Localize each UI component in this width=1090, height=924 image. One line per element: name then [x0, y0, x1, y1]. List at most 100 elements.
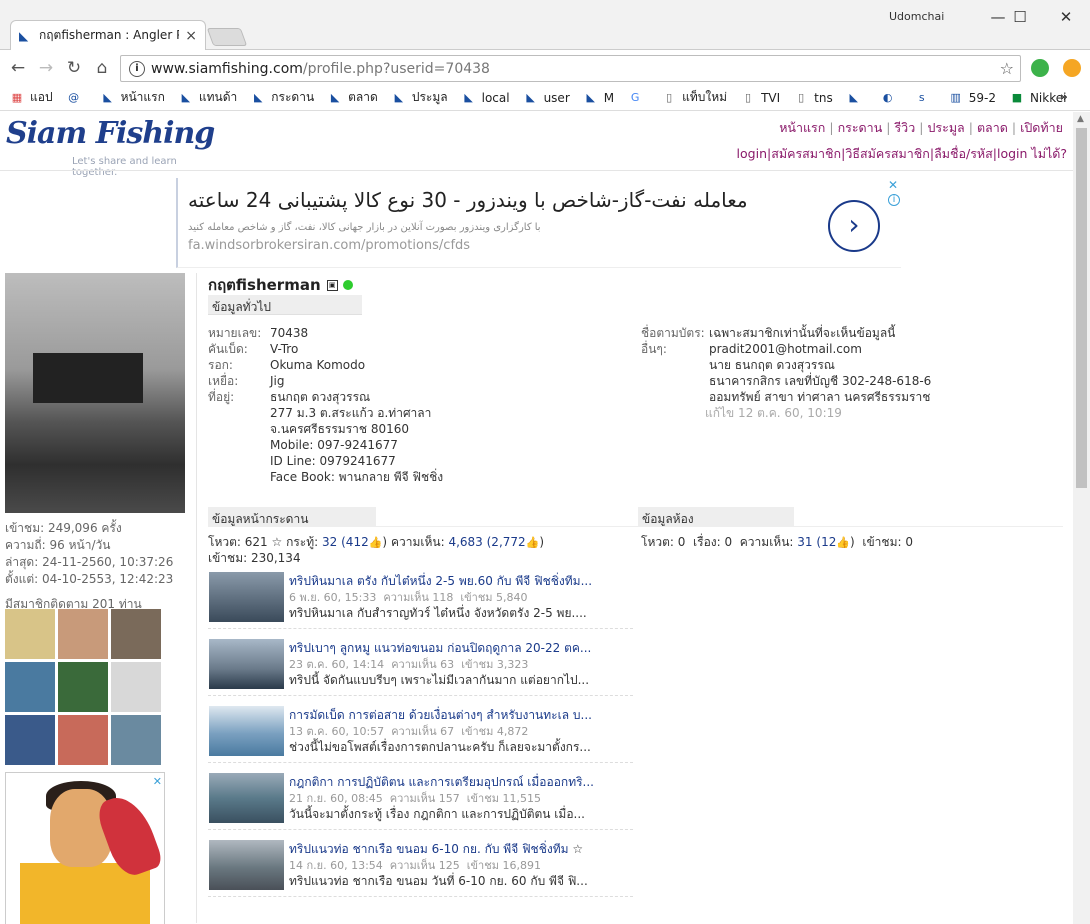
bookmark-label: tns: [814, 90, 833, 105]
account-nav-link[interactable]: login ไม่ได้?: [997, 146, 1067, 161]
bookmark-item[interactable]: ◣ ตลาด: [328, 88, 378, 107]
side-ad-close-icon[interactable]: ✕: [153, 775, 162, 788]
nav-separator: |: [968, 120, 973, 135]
bookmark-item[interactable]: ◐: [881, 88, 901, 107]
id-card-icon[interactable]: ▣: [326, 279, 338, 291]
bookmark-item[interactable]: s: [915, 88, 935, 107]
profile-photo: [5, 273, 185, 513]
bookmark-label: M: [603, 90, 615, 105]
info-row: หมายเลข: 70438: [208, 325, 443, 341]
follower-avatar[interactable]: [5, 662, 55, 712]
bookmark-apps[interactable]: ▦ แอป: [10, 88, 53, 107]
bookmark-item[interactable]: ▯ แท็บใหม่: [662, 88, 727, 107]
bookmark-item[interactable]: ▯ tns: [794, 88, 833, 107]
browser-toolbar: ← → ↻ ⌂ i www.siamfishing.com /profile.p…: [0, 51, 1090, 85]
back-icon[interactable]: ←: [6, 56, 30, 80]
bookmark-item[interactable]: ◣ M: [584, 88, 615, 107]
bookmarks-more-icon[interactable]: »: [1060, 90, 1068, 105]
bookmark-item[interactable]: ◣ user: [524, 88, 569, 107]
account-nav-link[interactable]: วิธีสมัครสมาชิก: [845, 146, 930, 161]
follower-avatar[interactable]: [58, 715, 108, 765]
maximize-icon[interactable]: ☐: [1000, 4, 1040, 30]
room-comments-link[interactable]: 31: [797, 535, 812, 549]
follower-avatar[interactable]: [111, 609, 161, 659]
window-close-icon[interactable]: ✕: [1046, 4, 1086, 30]
ad-url[interactable]: fa.windsorbrokersiran.com/promotions/cfd…: [188, 238, 470, 253]
top-nav-link[interactable]: หน้าแรก: [779, 120, 825, 135]
post-thumbnail[interactable]: [209, 572, 284, 622]
top-nav-link[interactable]: รีวิว: [894, 120, 915, 135]
bookmark-item[interactable]: ▥ 59-2: [949, 88, 996, 107]
bookmark-star-icon[interactable]: ☆: [1000, 59, 1014, 78]
info-key: [208, 469, 270, 485]
ad-headline[interactable]: معامله نفت-گاز-شاخص با ویندزور - 30 نوع …: [188, 188, 748, 212]
ad-close-icon[interactable]: ✕: [888, 178, 898, 192]
follower-avatar[interactable]: [5, 609, 55, 659]
account-nav-link[interactable]: สมัครสมาชิก: [771, 146, 841, 161]
scroll-up-icon[interactable]: ▲: [1077, 114, 1084, 124]
forward-icon[interactable]: →: [34, 56, 58, 80]
info-value: pradit2001@hotmail.com: [709, 342, 862, 356]
follower-avatar[interactable]: [111, 662, 161, 712]
post-thumbnail[interactable]: [209, 706, 284, 756]
reload-icon[interactable]: ↻: [62, 56, 86, 80]
bookmark-item[interactable]: ▯ TVI: [741, 88, 780, 107]
siamfishing-icon: ◣: [464, 91, 473, 104]
post-thumbnail[interactable]: [209, 840, 284, 890]
side-ad[interactable]: ✕: [5, 772, 165, 924]
address-bar[interactable]: i www.siamfishing.com /profile.php?useri…: [120, 55, 1021, 82]
top-nav-link[interactable]: ประมูล: [927, 120, 964, 135]
ad-subtext: با کارگزاری ویندزور بصورت آنلاین در بازا…: [188, 222, 541, 233]
top-nav-link[interactable]: กระดาน: [838, 120, 883, 135]
post-excerpt: ทริปนี้ จัดกันแบบรีบๆ เพราะไม่มีเวลากันม…: [289, 673, 590, 687]
bookmark-item[interactable]: @: [67, 88, 87, 107]
bookmark-item[interactable]: ■ Nikkei: [1010, 88, 1067, 107]
page-icon: ▯: [666, 91, 673, 104]
bookmark-item[interactable]: ◣ หน้าแรก: [101, 88, 165, 107]
bookmark-item[interactable]: ◣ ประมูล: [392, 88, 448, 107]
tab-close-icon[interactable]: ×: [185, 28, 197, 44]
bookmark-item[interactable]: G: [628, 88, 648, 107]
site-logo[interactable]: Siam Fishing Let's share and learn toget…: [6, 116, 221, 178]
post-thumbnail[interactable]: [209, 639, 284, 689]
board-topics-link[interactable]: 32: [322, 535, 337, 549]
extension-green-icon[interactable]: [1031, 59, 1049, 77]
browser-tab[interactable]: ◣ กฤตfisherman : Angler Pr ×: [10, 20, 206, 50]
follower-avatar[interactable]: [5, 715, 55, 765]
new-tab-button[interactable]: [206, 28, 248, 46]
follower-avatar[interactable]: [58, 609, 108, 659]
post-excerpt: วันนี้จะมาตั้งกระทู้ เรื่อง กฎกติกา และก…: [289, 807, 585, 821]
board-comments-link[interactable]: 4,683: [448, 535, 482, 549]
info-value: ID Line: 0979241677: [270, 454, 396, 468]
account-nav-link[interactable]: ลืมชื่อ/รหัส: [934, 146, 993, 161]
section-divider: [208, 526, 1063, 527]
banner-ad[interactable]: معامله نفت-گاز-شاخص با ویندزور - 30 نوع …: [176, 178, 901, 268]
logo-text: Siam Fishing: [6, 116, 215, 151]
bookmark-item[interactable]: ◣: [847, 88, 867, 107]
bookmark-item[interactable]: ◣ กระดาน: [251, 88, 314, 107]
window-user-badge[interactable]: Udomchai: [889, 10, 944, 23]
ad-go-icon[interactable]: ›: [828, 200, 880, 252]
bookmark-item[interactable]: ◣ แทนด้า: [179, 88, 238, 107]
info-row: รอก: Okuma Komodo: [208, 357, 443, 373]
page-scrollbar[interactable]: ▲: [1073, 112, 1090, 924]
follower-avatar[interactable]: [58, 662, 108, 712]
info-key: [641, 389, 709, 405]
post-thumbnail[interactable]: [209, 773, 284, 823]
google-icon: G: [630, 91, 640, 104]
ad-info-icon[interactable]: i: [888, 194, 900, 206]
site-info-icon[interactable]: i: [129, 60, 145, 77]
bookmark-item[interactable]: ◣ local: [462, 88, 509, 107]
info-key: เหยื่อ:: [208, 374, 239, 388]
account-nav-link[interactable]: login: [737, 146, 767, 161]
info-key: คันเบ็ด:: [208, 342, 248, 356]
scrollbar-thumb[interactable]: [1076, 128, 1087, 488]
profile-last-seen: ล่าสุด: 24-11-2560, 10:37:26: [5, 555, 174, 569]
home-icon[interactable]: ⌂: [90, 56, 114, 80]
info-key: ที่อยู่:: [208, 390, 235, 404]
top-nav-link[interactable]: เปิดท้าย: [1020, 120, 1063, 135]
follower-avatar[interactable]: [111, 715, 161, 765]
top-nav-link[interactable]: ตลาด: [977, 120, 1008, 135]
thumbs-up-icon: 👍: [836, 536, 851, 549]
extension-alert-icon[interactable]: [1063, 59, 1081, 77]
